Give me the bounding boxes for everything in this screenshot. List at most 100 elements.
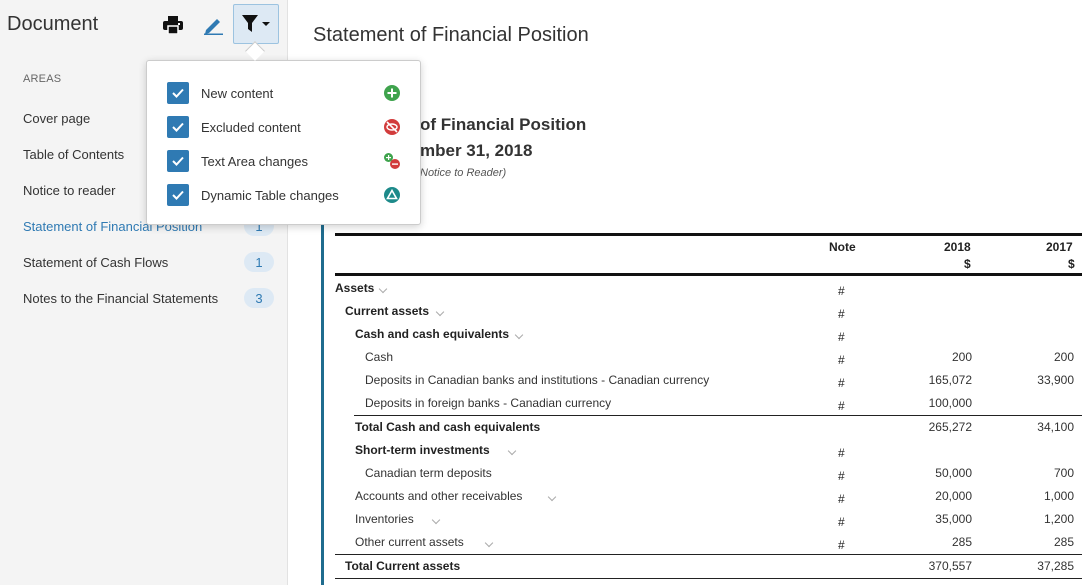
sidebar-item-notes-financial-statements[interactable]: Notes to the Financial Statements xyxy=(23,291,218,306)
row-label: Deposits in foreign banks - Canadian cur… xyxy=(365,396,612,410)
table-row: Accounts and other receivables # 20,000 … xyxy=(335,489,1082,512)
row-label: Short-term investments xyxy=(355,443,490,457)
note-ref: # xyxy=(838,492,845,506)
value-2017: 37,285 xyxy=(1037,559,1074,573)
table-row: Cash # 200 200 xyxy=(335,350,1082,373)
filter-button[interactable] xyxy=(233,4,279,44)
checkbox-checked[interactable] xyxy=(167,116,189,138)
table-row: Cash and cash equivalents # xyxy=(335,327,1082,350)
checkbox-checked[interactable] xyxy=(167,82,189,104)
chevron-down-icon[interactable] xyxy=(507,446,517,456)
value-2018: 370,557 xyxy=(928,559,972,573)
pencil-icon xyxy=(204,19,223,35)
print-button[interactable] xyxy=(158,10,188,40)
filter-option-dynamic-table-changes[interactable]: Dynamic Table changes xyxy=(167,184,412,208)
row-label: Current assets xyxy=(345,304,430,318)
option-label: Text Area changes xyxy=(201,154,308,169)
currency-2017: $ xyxy=(1068,257,1075,271)
table-row: Assets # xyxy=(335,281,1082,304)
checkmark-icon xyxy=(172,190,184,200)
checkmark-icon xyxy=(172,156,184,166)
eye-slash-icon xyxy=(384,119,400,135)
value-2017: 1,000 xyxy=(1043,489,1074,503)
print-icon xyxy=(163,16,183,34)
note-ref: # xyxy=(838,399,845,413)
filter-icon xyxy=(242,15,258,32)
value-2017: 700 xyxy=(1053,466,1074,480)
caret-down-icon xyxy=(262,22,270,26)
checkbox-checked[interactable] xyxy=(167,150,189,172)
value-2018: 100,000 xyxy=(928,396,972,410)
sidebar-item-table-of-contents[interactable]: Table of Contents xyxy=(23,147,124,162)
chevron-down-icon[interactable] xyxy=(378,284,388,294)
column-header-2017: 2017 xyxy=(1046,240,1073,254)
note-ref: # xyxy=(838,376,845,390)
row-label: Accounts and other receivables xyxy=(355,489,523,503)
filter-option-text-area-changes[interactable]: Text Area changes xyxy=(167,150,412,174)
row-label: Cash xyxy=(365,350,394,364)
row-label: Cash and cash equivalents xyxy=(355,327,510,341)
filter-option-new-content[interactable]: New content xyxy=(167,82,412,106)
sidebar-item-cover-page[interactable]: Cover page xyxy=(23,111,90,126)
note-ref: # xyxy=(838,515,845,529)
sidebar-item-statement-cash-flows[interactable]: Statement of Cash Flows xyxy=(23,255,168,270)
row-label: Other current assets xyxy=(355,535,464,549)
edit-button[interactable] xyxy=(198,10,228,40)
document-subheading: Notice to Reader) xyxy=(420,167,507,179)
change-count-badge: 1 xyxy=(244,252,274,272)
value-2018: 35,000 xyxy=(935,512,972,526)
table-row: Deposits in Canadian banks and instituti… xyxy=(335,373,1082,396)
option-label: Dynamic Table changes xyxy=(201,188,339,203)
option-label: Excluded content xyxy=(201,120,301,135)
value-2018: 165,072 xyxy=(928,373,972,387)
table-row: Inventories # 35,000 1,200 xyxy=(335,512,1082,535)
table-top-rule xyxy=(335,233,1082,236)
row-label: Canadian term deposits xyxy=(365,466,492,480)
chevron-down-icon[interactable] xyxy=(431,515,441,525)
triangle-circle-icon xyxy=(384,187,400,203)
sidebar-item-notice-to-reader[interactable]: Notice to reader xyxy=(23,183,116,198)
page-title: Statement of Financial Position xyxy=(313,24,589,46)
value-2017: 1,200 xyxy=(1043,512,1074,526)
chevron-down-icon[interactable] xyxy=(484,538,494,548)
filter-option-excluded-content[interactable]: Excluded content xyxy=(167,116,412,140)
value-2018: 285 xyxy=(951,535,972,549)
document-heading: of Financial Position xyxy=(420,115,587,134)
areas-heading: AREAS xyxy=(23,73,62,85)
column-header-2018: 2018 xyxy=(944,240,971,254)
row-label: Total Current assets xyxy=(345,559,461,573)
total-rule xyxy=(335,578,1082,579)
note-ref: # xyxy=(838,330,845,344)
subtotal-rule xyxy=(335,554,1082,555)
plus-circle-icon xyxy=(384,85,400,101)
table-row: Short-term investments # xyxy=(335,443,1082,466)
table-row: Current assets # xyxy=(335,304,1082,327)
document-date-heading: mber 31, 2018 xyxy=(420,141,533,160)
value-2018: 200 xyxy=(951,350,972,364)
row-label: Deposits in Canadian banks and instituti… xyxy=(365,373,710,387)
change-count-badge: 3 xyxy=(244,288,274,308)
column-header-note: Note xyxy=(829,240,856,254)
value-2017: 33,900 xyxy=(1037,373,1074,387)
note-ref: # xyxy=(838,538,845,552)
option-label: New content xyxy=(201,86,274,101)
chevron-down-icon[interactable] xyxy=(435,307,445,317)
note-ref: # xyxy=(838,353,845,367)
note-ref: # xyxy=(838,307,845,321)
chevron-down-icon[interactable] xyxy=(547,492,557,502)
value-2017: 285 xyxy=(1053,535,1074,549)
row-label: Inventories xyxy=(355,512,414,526)
plus-minus-icon xyxy=(384,153,400,169)
checkbox-checked[interactable] xyxy=(167,184,189,206)
checkmark-icon xyxy=(172,122,184,132)
chevron-down-icon[interactable] xyxy=(514,330,524,340)
sidebar-title: Document xyxy=(7,13,99,35)
filter-dropdown: New content Excluded content Text Area c… xyxy=(146,60,421,225)
value-2017: 34,100 xyxy=(1037,420,1074,434)
row-label: Total Cash and cash equivalents xyxy=(355,420,541,434)
note-ref: # xyxy=(838,446,845,460)
value-2018: 20,000 xyxy=(935,489,972,503)
value-2018: 265,272 xyxy=(928,420,972,434)
note-ref: # xyxy=(838,284,845,298)
table-row: Total Cash and cash equivalents 265,272 … xyxy=(335,420,1082,443)
